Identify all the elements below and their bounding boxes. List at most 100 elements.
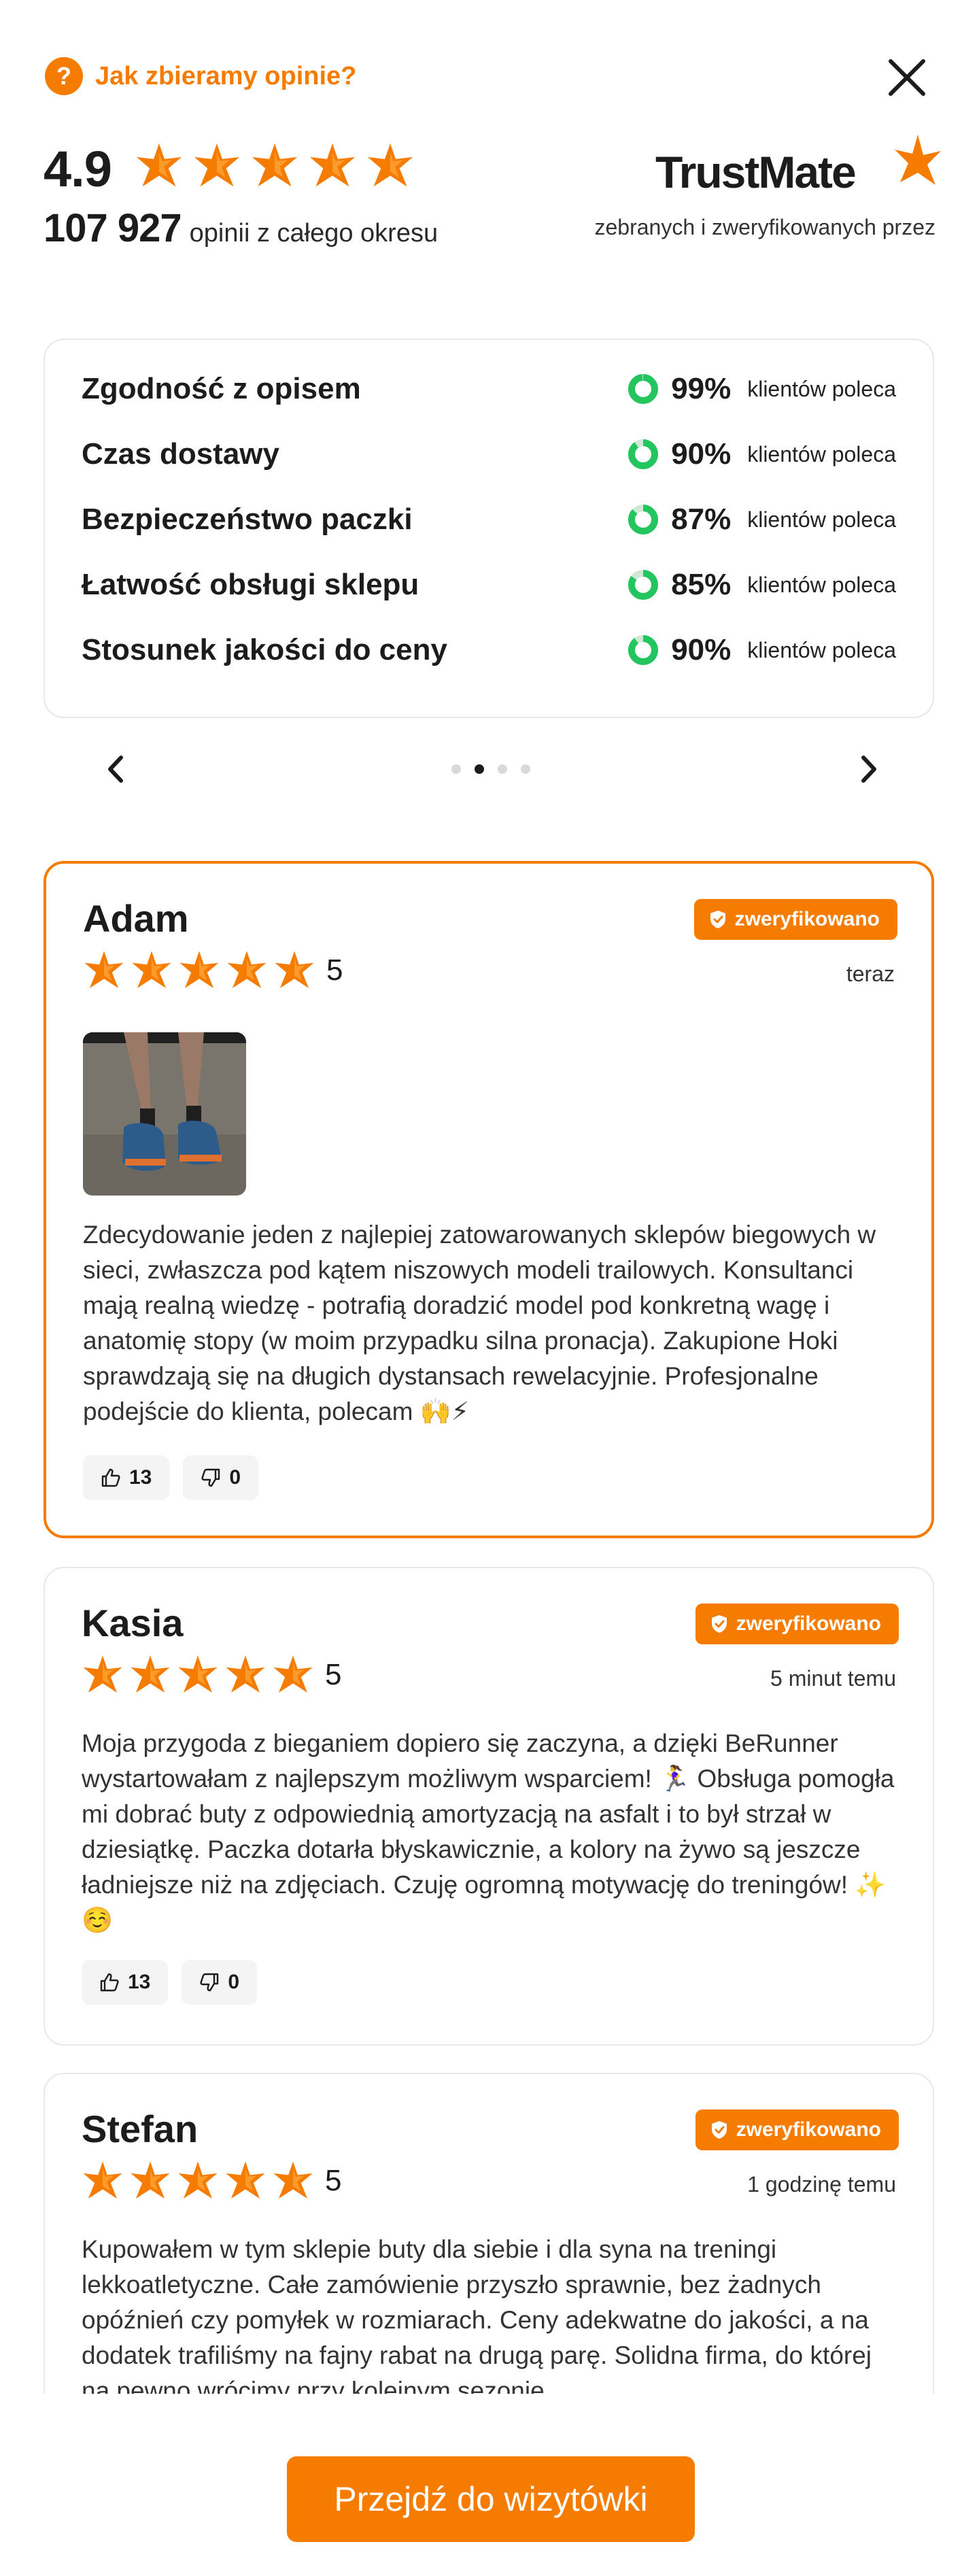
dislike-count: 0 <box>228 1971 240 1993</box>
review-text: Zdecydowanie jeden z najlepiej zatowarow… <box>83 1221 876 1425</box>
summary-label: Czas dostawy <box>82 437 279 471</box>
chevron-left-icon[interactable] <box>99 752 133 786</box>
thumbs-down-icon <box>201 1468 220 1487</box>
star-icon <box>131 1655 170 1693</box>
summary-percent: 90% <box>671 437 732 471</box>
pagination-dot[interactable] <box>451 764 461 774</box>
star-icon <box>179 951 219 989</box>
like-count: 13 <box>128 1971 151 1993</box>
dislike-count: 0 <box>229 1466 241 1489</box>
star-icon <box>83 2161 122 2199</box>
star-icon <box>227 951 267 989</box>
review-stars <box>83 949 315 992</box>
summary-row: Zgodność z opisem 99% klientów poleca <box>82 362 896 416</box>
review-count: 107 927 <box>44 206 182 250</box>
star-icon <box>309 143 356 187</box>
review-count-caption: opinii z całego okresu <box>189 219 439 248</box>
summary-row: Czas dostawy 90% klientów poleca <box>82 427 896 481</box>
star-icon <box>136 143 182 187</box>
thumbs-down-icon <box>200 1973 219 1992</box>
summary-row: Stosunek jakości do ceny 90% klientów po… <box>82 623 896 677</box>
review-stars <box>82 1654 314 1696</box>
review-score: 5 <box>325 2164 342 2197</box>
star-icon <box>226 2161 265 2199</box>
summary-percent: 85% <box>671 568 732 601</box>
summary-percent: 90% <box>671 633 732 666</box>
pagination-dot-active[interactable] <box>475 764 484 774</box>
donut-icon <box>628 570 659 600</box>
star-icon <box>367 143 413 187</box>
question-icon: ? <box>45 57 83 95</box>
star-icon <box>252 143 298 187</box>
verified-badge: zweryfikowano <box>695 2109 899 2150</box>
pagination-dot[interactable] <box>521 764 530 774</box>
shield-check-icon <box>710 911 725 928</box>
donut-icon <box>628 374 659 404</box>
go-to-profile-button[interactable]: Przejdź do wizytówki <box>287 2456 695 2542</box>
help-link-label: Jak zbieramy opinie? <box>95 61 357 90</box>
chevron-right-icon[interactable] <box>851 752 885 786</box>
donut-icon <box>628 439 659 469</box>
verified-label: zweryfikowano <box>736 2118 881 2141</box>
review-author: Kasia <box>82 1601 184 1644</box>
star-icon <box>226 1655 265 1693</box>
close-icon[interactable] <box>881 52 933 103</box>
average-rating: 4.9 <box>44 141 112 197</box>
star-icon <box>83 1655 122 1693</box>
how-we-collect-reviews-link[interactable]: ? Jak zbieramy opinie? <box>45 57 356 95</box>
summary-label: Zgodność z opisem <box>82 372 361 405</box>
review-votes: 13 0 <box>82 1960 258 2005</box>
dislike-button[interactable]: 0 <box>183 1455 259 1500</box>
trustmate-caption: zebranych i zweryfikowanych przez <box>594 215 935 239</box>
star-icon <box>273 2161 313 2199</box>
star-icon <box>131 2161 170 2199</box>
review-author: Adam <box>83 897 189 940</box>
like-button[interactable]: 13 <box>82 1960 169 2005</box>
summary-caption: klientów poleca <box>747 637 896 662</box>
review-author: Stefan <box>82 2107 199 2150</box>
star-icon <box>84 951 124 989</box>
summary-caption: klientów poleca <box>747 376 896 401</box>
verified-label: zweryfikowano <box>736 1612 881 1635</box>
verified-badge: zweryfikowano <box>693 899 897 940</box>
star-icon <box>178 2161 218 2199</box>
summary-row: Bezpieczeństwo paczki 87% klientów polec… <box>82 492 896 547</box>
summary-label: Bezpieczeństwo paczki <box>82 503 413 536</box>
star-icon <box>132 951 171 989</box>
review-text: Kupowałem w tym sklepie buty dla siebie … <box>82 2235 872 2405</box>
review-card[interactable]: Kasia zweryfikowano 5 5 minut temu Moja … <box>44 1567 934 2046</box>
trustmate-logo-text: TrustMate <box>655 147 855 197</box>
review-time: teraz <box>846 962 895 986</box>
review-stars <box>82 2160 314 2202</box>
summary-row: Łatwość obsługi sklepu 85% klientów pole… <box>82 558 896 612</box>
review-time: 1 godzinę temu <box>747 2172 896 2197</box>
verified-badge: zweryfikowano <box>695 1604 899 1644</box>
trustmate-star-icon <box>895 135 941 185</box>
review-text: Moja przygoda z bieganiem dopiero się za… <box>82 1729 895 1934</box>
thumbs-up-icon <box>100 1973 119 1992</box>
review-score: 5 <box>325 1658 342 1691</box>
review-votes: 13 0 <box>83 1455 259 1500</box>
star-icon <box>275 951 314 989</box>
shield-check-icon <box>711 1615 727 1633</box>
review-photo[interactable] <box>83 1032 246 1196</box>
summary-label: Łatwość obsługi sklepu <box>82 568 419 601</box>
verified-label: zweryfikowano <box>734 908 880 930</box>
star-icon <box>273 1655 313 1693</box>
summary-percent: 87% <box>671 503 732 536</box>
like-count: 13 <box>129 1466 152 1489</box>
summary-label: Stosunek jakości do ceny <box>82 633 447 666</box>
summary-caption: klientów poleca <box>747 507 896 532</box>
summary-percent: 99% <box>671 372 732 405</box>
review-score: 5 <box>326 953 343 987</box>
shield-check-icon <box>711 2121 727 2139</box>
dislike-button[interactable]: 0 <box>182 1960 258 2005</box>
like-button[interactable]: 13 <box>83 1455 170 1500</box>
review-card[interactable]: Adam zweryfikowano 5 teraz Zdecydowanie … <box>44 861 934 1538</box>
star-icon <box>194 143 240 187</box>
review-count-row: 107 927 opinii z całego okresu <box>44 205 438 251</box>
ratings-summary-card: Zgodność z opisem 99% klientów poleca Cz… <box>44 339 934 718</box>
pagination-dot[interactable] <box>498 764 507 774</box>
trustmate-logo: TrustMate <box>655 135 941 197</box>
donut-icon <box>628 505 659 535</box>
